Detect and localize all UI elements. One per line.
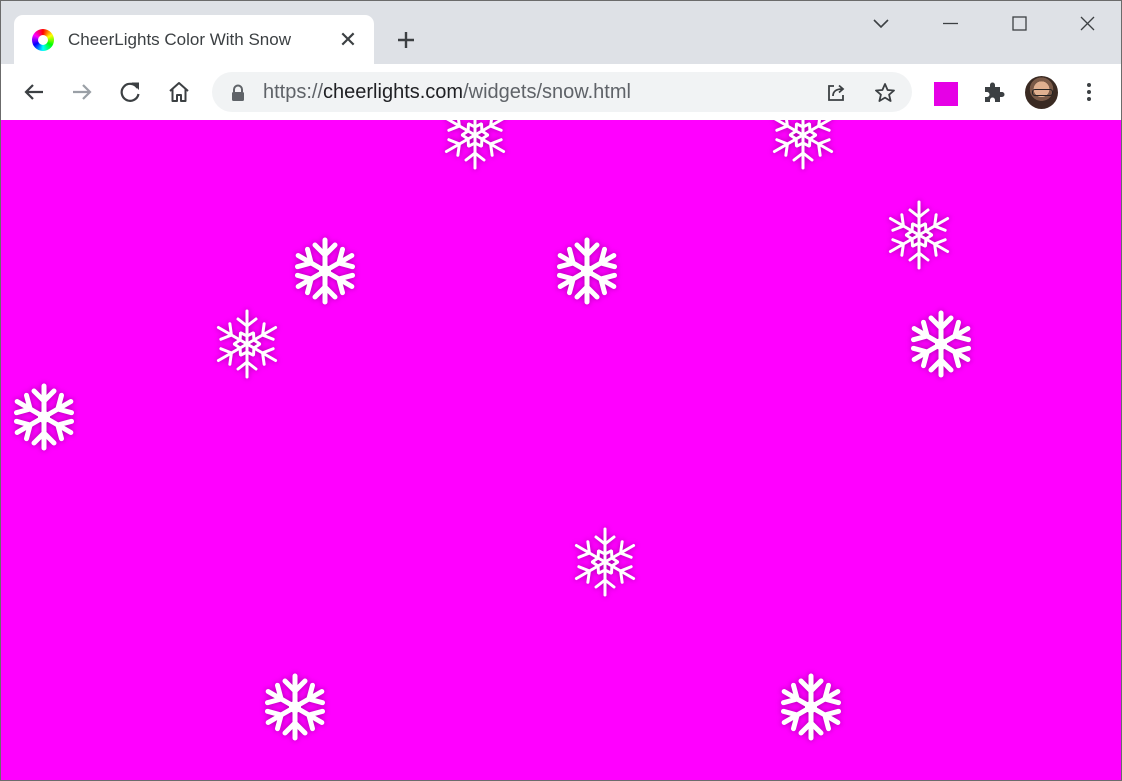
lock-icon[interactable] <box>230 84 246 102</box>
more-vert-icon <box>1087 83 1091 101</box>
address-bar[interactable]: https://cheerlights.com/widgets/snow.htm… <box>212 72 912 112</box>
url-host: cheerlights.com <box>323 81 464 103</box>
forward-button[interactable] <box>67 77 97 107</box>
snowflake-icon <box>290 236 360 306</box>
plus-icon <box>398 32 414 48</box>
share-icon[interactable] <box>824 81 848 105</box>
home-button[interactable] <box>164 77 194 107</box>
reload-button[interactable] <box>115 77 145 107</box>
snowflake-icon <box>260 672 330 742</box>
snowflake-icon <box>440 120 510 170</box>
snowflake-icon <box>884 200 954 270</box>
url-text[interactable]: https://cheerlights.com/widgets/snow.htm… <box>263 81 631 104</box>
snowflake-icon <box>768 120 838 170</box>
minimize-button[interactable] <box>927 7 973 41</box>
star-icon[interactable] <box>873 81 897 105</box>
tab-search-button[interactable] <box>858 7 904 41</box>
snowflake-icon <box>776 672 846 742</box>
reload-icon <box>120 82 140 102</box>
close-icon <box>1080 16 1095 31</box>
snowflake-icon <box>570 527 640 597</box>
maximize-button[interactable] <box>996 7 1042 41</box>
minimize-icon <box>943 22 958 25</box>
snowflake-icon <box>906 309 976 379</box>
cheerlights-extension-icon[interactable] <box>934 82 958 106</box>
arrow-left-icon <box>24 84 43 100</box>
puzzle-icon <box>985 82 1005 102</box>
active-tab[interactable]: CheerLights Color With Snow ✕ <box>14 15 374 65</box>
menu-button[interactable] <box>1074 77 1104 107</box>
snowflake-icon <box>9 382 79 452</box>
url-path: /widgets/snow.html <box>463 81 631 103</box>
new-tab-button[interactable] <box>391 25 421 55</box>
home-icon <box>169 82 189 102</box>
close-window-button[interactable] <box>1064 7 1110 41</box>
glasses-detail <box>1032 89 1053 96</box>
arrow-right-icon <box>73 84 92 100</box>
color-wheel-icon <box>32 29 54 51</box>
browser-window: CheerLights Color With Snow ✕ https://ch… <box>0 0 1122 781</box>
snowflake-icon <box>552 236 622 306</box>
profile-avatar[interactable] <box>1025 76 1058 109</box>
tab-close-icon[interactable]: ✕ <box>337 29 359 51</box>
back-button[interactable] <box>19 77 49 107</box>
tab-title: CheerLights Color With Snow <box>68 30 291 49</box>
extensions-button[interactable] <box>979 77 1009 107</box>
page-content <box>1 120 1121 780</box>
tab-strip: CheerLights Color With Snow ✕ <box>1 1 1121 65</box>
chevron-down-icon <box>873 19 889 29</box>
url-scheme: https:// <box>263 81 324 103</box>
maximize-icon <box>1012 16 1027 31</box>
toolbar: https://cheerlights.com/widgets/snow.htm… <box>1 64 1121 120</box>
snowflake-icon <box>212 309 282 379</box>
